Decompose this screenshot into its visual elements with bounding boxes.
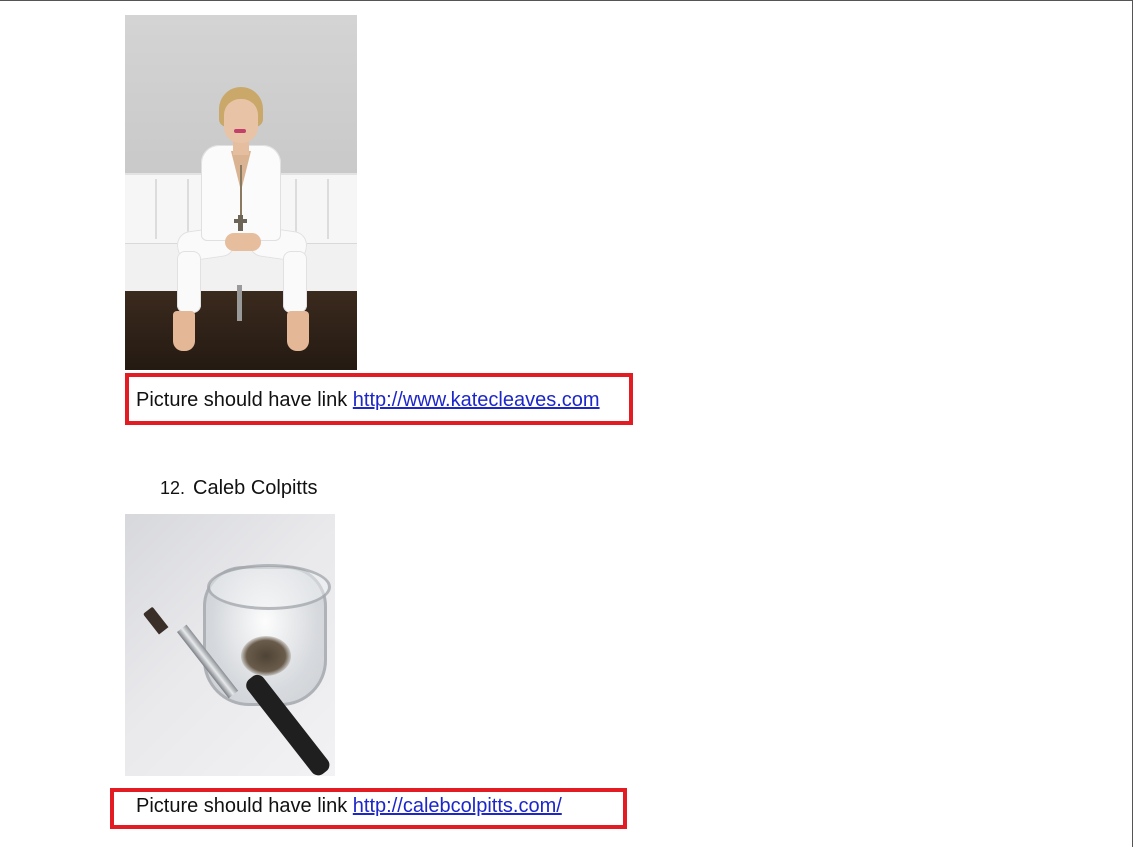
caption-1-text: Picture should have link <box>136 389 348 411</box>
caption-2: Picture should have link http://calebcol… <box>136 794 562 818</box>
document-page: Picture should have link http://www.kate… <box>0 0 1133 847</box>
brush-glass-photo <box>125 514 335 776</box>
katecleaves-link[interactable]: http://www.katecleaves.com <box>353 389 600 411</box>
caption-2-text: Picture should have link <box>136 795 348 817</box>
list-item-title: Caleb Colpitts <box>193 477 318 499</box>
portrait-photo <box>125 15 357 370</box>
list-number: 12. <box>160 478 186 498</box>
list-item-12: 12. Caleb Colpitts <box>160 475 318 501</box>
caption-1: Picture should have link http://www.kate… <box>136 388 600 412</box>
calebcolpitts-link[interactable]: http://calebcolpitts.com/ <box>353 795 562 817</box>
